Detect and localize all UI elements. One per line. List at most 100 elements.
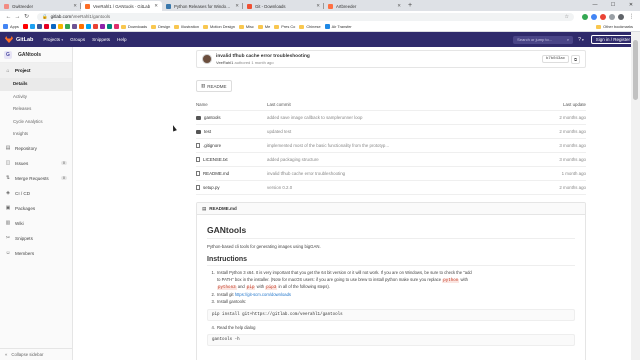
main-content: invalid tfhub cache error troubleshootin… bbox=[74, 47, 631, 360]
bookmark-folder[interactable]: Illustration bbox=[174, 24, 199, 29]
folder-icon bbox=[196, 129, 201, 134]
site-icon[interactable] bbox=[106, 24, 112, 29]
profile-avatar[interactable] bbox=[618, 13, 624, 20]
commit-sha[interactable]: b7b043ac bbox=[541, 55, 570, 63]
bookmark-folder[interactable]: Pres Co bbox=[274, 24, 295, 29]
table-row[interactable]: test updated test 2 months ago bbox=[196, 125, 586, 139]
site-icon[interactable] bbox=[99, 24, 105, 29]
commit-author[interactable]: VeeRahl1 bbox=[216, 60, 233, 65]
instructions-list-cont: 4. Read the help dialog bbox=[207, 325, 575, 332]
reload-icon[interactable]: ↻ bbox=[22, 13, 31, 20]
extension-icon[interactable] bbox=[582, 13, 588, 20]
other-bookmarks[interactable]: Other bookmarks bbox=[596, 24, 633, 29]
sidebar-item-merge-requests[interactable]: ⇅ Merge Requests 0 bbox=[0, 171, 72, 186]
url-input[interactable]: 🔒 gitlab.com/VeeRahl1/gantools ☆ bbox=[37, 12, 574, 21]
book-icon: ▥ bbox=[201, 83, 206, 88]
site-icon[interactable] bbox=[113, 24, 119, 29]
bookmark-folder[interactable]: Chinese bbox=[299, 24, 321, 29]
nav-snippets[interactable]: Snippets bbox=[92, 37, 110, 42]
last-commit-box: invalid tfhub cache error troubleshootin… bbox=[196, 50, 586, 68]
menu-kebab-icon[interactable]: ⋮ bbox=[627, 13, 636, 20]
collapse-sidebar-button[interactable]: «Collapse sidebar bbox=[0, 348, 73, 360]
sidebar-item-snippets[interactable]: ✂ Snippets bbox=[0, 231, 72, 246]
site-icon[interactable] bbox=[36, 24, 42, 29]
sidebar-sub-cycle-analytics[interactable]: Cycle Analytics bbox=[0, 116, 72, 129]
site-icon[interactable] bbox=[50, 24, 56, 29]
table-row[interactable]: LICENSE.txt added packaging structure 3 mo… bbox=[196, 153, 586, 167]
sidebar-project-header[interactable]: G GANtools bbox=[0, 47, 72, 63]
sidebar-item-issues[interactable]: ◫ Issues 0 bbox=[0, 156, 72, 171]
site-icon[interactable] bbox=[43, 24, 49, 29]
site-icon[interactable] bbox=[85, 24, 91, 29]
site-icon[interactable] bbox=[92, 24, 98, 29]
help-icon[interactable]: ? bbox=[578, 37, 581, 43]
back-icon[interactable]: ← bbox=[4, 14, 13, 20]
sidebar-item-members[interactable]: ☺ Members bbox=[0, 246, 72, 261]
browser-tab[interactable]: Gwitreeder ✕ bbox=[0, 1, 81, 11]
sidebar-item-project[interactable]: ⌂ Project bbox=[0, 63, 72, 78]
readme-button[interactable]: ▥ README bbox=[196, 80, 232, 92]
gitlab-logo[interactable]: GitLab bbox=[5, 36, 33, 43]
close-icon[interactable]: ✕ bbox=[397, 3, 401, 9]
close-icon[interactable]: ✕ bbox=[235, 3, 239, 9]
bookmark-folder[interactable]: Downloads bbox=[120, 24, 147, 29]
sidebar-sub-details[interactable]: Details bbox=[0, 78, 72, 91]
file-tree: Name Last commit Last update gantools add… bbox=[196, 99, 586, 195]
sidebar-sub-activity[interactable]: Activity bbox=[0, 91, 72, 104]
gitlab-favicon bbox=[85, 3, 90, 9]
close-window-icon[interactable]: ✕ bbox=[622, 0, 640, 10]
sidebar-item-ci-cd[interactable]: ◈ CI / CD bbox=[0, 186, 72, 201]
scrollbar-thumb[interactable] bbox=[633, 40, 638, 100]
bookmark-folder[interactable]: Motion Design bbox=[202, 24, 235, 29]
sidebar-sub-insights[interactable]: Insights bbox=[0, 128, 72, 141]
bookmark-folder[interactable]: Misc bbox=[238, 24, 254, 29]
instructions-list: 1. Install Python 3 x64. It is very impor… bbox=[207, 270, 575, 306]
close-icon[interactable]: ✕ bbox=[73, 3, 77, 9]
browser-tab-active[interactable]: VeeRahl1 / GANtools · GitLab ✕ bbox=[81, 1, 162, 11]
sidebar-sub-releases[interactable]: Releases bbox=[0, 103, 72, 116]
nav-groups[interactable]: Groups bbox=[70, 37, 85, 42]
chevron-down-icon[interactable]: ▾ bbox=[582, 38, 584, 42]
site-icon[interactable] bbox=[22, 24, 28, 29]
sidebar-item-packages[interactable]: ▣ Packages bbox=[0, 201, 72, 216]
sidebar-item-wiki[interactable]: ▥ Wiki bbox=[0, 216, 72, 231]
new-tab-button[interactable]: + bbox=[405, 1, 415, 11]
site-icon[interactable] bbox=[29, 24, 35, 29]
table-row[interactable]: README.md invalid tfhub cache error troub… bbox=[196, 167, 586, 181]
extension-icon[interactable] bbox=[609, 13, 615, 20]
close-icon[interactable]: ✕ bbox=[316, 3, 320, 9]
browser-tab[interactable]: Python Releases for Windows | P...✕ bbox=[162, 1, 243, 11]
bookmark-apps[interactable]: Apps bbox=[3, 24, 19, 29]
table-row[interactable]: .gitignore implemented most of the basic … bbox=[196, 139, 586, 153]
close-icon[interactable]: ✕ bbox=[154, 3, 158, 9]
copy-icon[interactable]: ⧉ bbox=[571, 54, 580, 64]
bookmark-star-icon[interactable]: ☆ bbox=[565, 14, 569, 20]
nav-help[interactable]: Help bbox=[117, 37, 126, 42]
issues-icon: ◫ bbox=[5, 160, 11, 166]
forward-icon[interactable]: → bbox=[13, 14, 22, 20]
site-icon[interactable] bbox=[64, 24, 70, 29]
sidebar-item-repository[interactable]: ▤ Repository bbox=[0, 141, 72, 156]
table-row[interactable]: gantools added save image callback to sam… bbox=[196, 111, 586, 125]
bookmark-link[interactable]: Air Transfer bbox=[324, 24, 352, 29]
browser-tab[interactable]: Artbreeder ✕ bbox=[324, 1, 405, 11]
site-icon[interactable] bbox=[78, 24, 84, 29]
commit-title[interactable]: invalid tfhub cache error troubleshootin… bbox=[216, 54, 310, 59]
git-download-link[interactable]: https://git-scm.com/downloads bbox=[235, 292, 291, 297]
bookmark-folder[interactable]: Design bbox=[151, 24, 170, 29]
bookmark-folder[interactable]: Me bbox=[257, 24, 270, 29]
extension-icon[interactable] bbox=[600, 13, 606, 20]
nav-projects[interactable]: Projects ▾ bbox=[43, 37, 63, 42]
merge-icon: ⇅ bbox=[5, 175, 11, 181]
extension-icon[interactable] bbox=[591, 13, 597, 20]
folder-icon bbox=[596, 24, 602, 29]
browser-tab[interactable]: Git - Downloads ✕ bbox=[243, 1, 324, 11]
site-icon[interactable] bbox=[71, 24, 77, 29]
table-row[interactable]: setup.py version 0.2.0 2 months ago bbox=[196, 181, 586, 195]
minimize-icon[interactable]: — bbox=[586, 0, 604, 10]
signin-button[interactable]: Sign in / Register bbox=[590, 35, 635, 44]
author-avatar[interactable] bbox=[202, 54, 212, 64]
site-icon[interactable] bbox=[57, 24, 63, 29]
search-input[interactable]: Search or jump to... ⌕ bbox=[513, 35, 574, 44]
maximize-icon[interactable]: ☐ bbox=[604, 0, 622, 10]
